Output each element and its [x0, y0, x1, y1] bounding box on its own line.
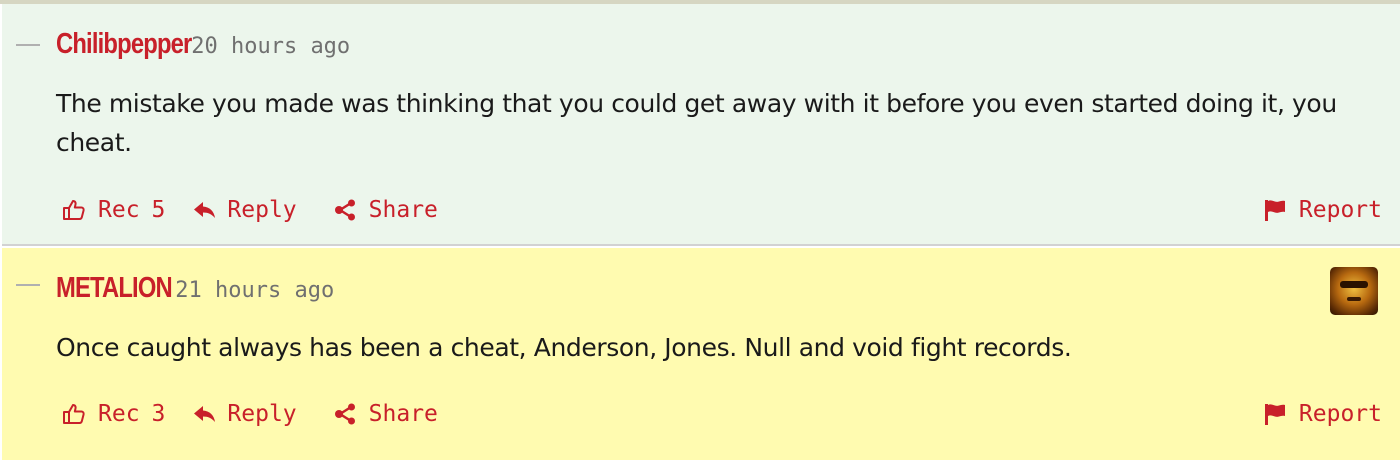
report-button[interactable]: Report: [1263, 401, 1382, 427]
comment: Chilibpepper 20 hours ago The mistake yo…: [2, 4, 1400, 246]
comment-header: METALION 21 hours ago: [56, 272, 334, 305]
collapse-icon[interactable]: [16, 44, 40, 46]
share-label: Share: [368, 197, 438, 223]
rec-label: Rec: [98, 401, 140, 427]
report-button[interactable]: Report: [1263, 197, 1382, 223]
comment-actions: Rec 5 Reply Share Report: [62, 197, 1382, 223]
comment: METALION 21 hours ago Once caught always…: [2, 248, 1400, 460]
share-label: Share: [368, 401, 438, 427]
comment-header: Chilibpepper 20 hours ago: [56, 28, 350, 61]
comment-timestamp[interactable]: 20 hours ago: [191, 34, 350, 59]
comment-author[interactable]: Chilibpepper: [56, 28, 192, 61]
thumbs-up-icon: [63, 404, 85, 424]
share-button[interactable]: Share: [333, 401, 438, 427]
comment-text: The mistake you made was thinking that y…: [56, 89, 1337, 157]
reply-label: Reply: [227, 197, 297, 223]
reply-label: Reply: [227, 401, 297, 427]
comment-timestamp[interactable]: 21 hours ago: [175, 278, 334, 303]
flag-icon: [1264, 404, 1285, 425]
rec-count: 3: [151, 401, 166, 427]
rec-button[interactable]: Rec 5: [62, 197, 165, 223]
share-button[interactable]: Share: [333, 197, 438, 223]
rec-count: 5: [151, 197, 166, 223]
comment-text: Once caught always has been a cheat, And…: [56, 333, 1072, 362]
reply-button[interactable]: Reply: [193, 401, 297, 427]
report-label: Report: [1298, 197, 1382, 223]
comment-author[interactable]: METALION: [56, 272, 173, 305]
reply-button[interactable]: Reply: [193, 197, 297, 223]
reply-arrow-icon: [194, 406, 216, 422]
thumbs-up-icon: [63, 200, 85, 220]
rec-button[interactable]: Rec 3: [62, 401, 165, 427]
report-label: Report: [1298, 401, 1382, 427]
reply-arrow-icon: [194, 202, 216, 218]
collapse-icon[interactable]: [16, 284, 40, 286]
share-icon: [334, 403, 355, 425]
comment-actions: Rec 3 Reply Share Report: [62, 401, 1382, 427]
avatar[interactable]: [1330, 267, 1378, 315]
flag-icon: [1264, 200, 1285, 221]
share-icon: [334, 199, 355, 221]
rec-label: Rec: [98, 197, 140, 223]
